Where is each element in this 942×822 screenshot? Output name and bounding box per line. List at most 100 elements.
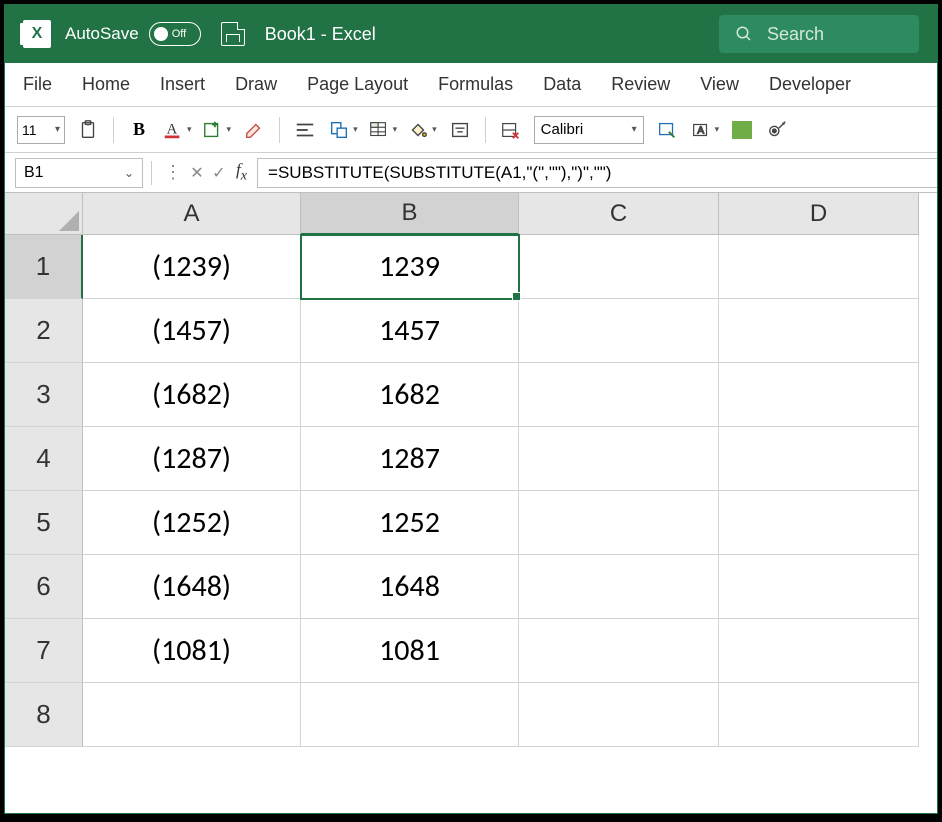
privacy-button[interactable] (765, 115, 791, 145)
autosave-toggle[interactable]: Off (149, 22, 201, 46)
cell-b7[interactable]: 1081 (301, 619, 519, 683)
tab-review[interactable]: Review (611, 74, 670, 95)
svg-text:A: A (697, 125, 704, 136)
fill-color-button[interactable] (407, 115, 437, 145)
row-header-1[interactable]: 1 (5, 235, 83, 299)
search-icon (735, 25, 753, 43)
cell-d4[interactable] (719, 427, 919, 491)
tab-view[interactable]: View (700, 74, 739, 95)
bold-button[interactable]: B (126, 115, 152, 145)
cell-b4[interactable]: 1287 (301, 427, 519, 491)
tab-draw[interactable]: Draw (235, 74, 277, 95)
paste-special-button[interactable] (328, 115, 358, 145)
row-header-3[interactable]: 3 (5, 363, 83, 427)
ribbon-tabs: File Home Insert Draw Page Layout Formul… (5, 63, 937, 107)
svg-text:A: A (167, 121, 178, 137)
column-header-a[interactable]: A (83, 193, 301, 235)
cell-c1[interactable] (519, 235, 719, 299)
formula-input[interactable]: =SUBSTITUTE(SUBSTITUTE(A1,"(",""),")",""… (257, 158, 937, 188)
cell-b5[interactable]: 1252 (301, 491, 519, 555)
quick-toolbar: 11 ▾ B A (5, 107, 937, 153)
tab-page-layout[interactable]: Page Layout (307, 74, 408, 95)
font-color-button[interactable]: A (162, 115, 192, 145)
cell-d8[interactable] (719, 683, 919, 747)
tab-developer[interactable]: Developer (769, 74, 851, 95)
row-header-2[interactable]: 2 (5, 299, 83, 363)
cell-d5[interactable] (719, 491, 919, 555)
cell-c2[interactable] (519, 299, 719, 363)
cell-d6[interactable] (719, 555, 919, 619)
cancel-formula-button[interactable]: ✕ (186, 162, 208, 184)
chevron-down-icon: ▾ (55, 124, 60, 135)
font-name-value: Calibri (541, 121, 584, 138)
tab-insert[interactable]: Insert (160, 74, 205, 95)
cell-d1[interactable] (719, 235, 919, 299)
document-title: Book1 - Excel (265, 24, 376, 45)
excel-app-icon: X (23, 20, 51, 48)
search-placeholder: Search (767, 24, 824, 45)
toggle-knob (154, 27, 168, 41)
column-header-c[interactable]: C (519, 193, 719, 235)
cell-d3[interactable] (719, 363, 919, 427)
name-box[interactable]: B1 ⌄ (15, 158, 143, 188)
font-name-select[interactable]: Calibri ▾ (534, 116, 644, 144)
cell-c3[interactable] (519, 363, 719, 427)
cell-c8[interactable] (519, 683, 719, 747)
cell-d7[interactable] (719, 619, 919, 683)
tab-data[interactable]: Data (543, 74, 581, 95)
column-header-b[interactable]: B (301, 193, 519, 235)
tab-file[interactable]: File (23, 74, 52, 95)
clear-format-button[interactable] (241, 115, 267, 145)
insert-row-button[interactable] (654, 115, 680, 145)
new-sheet-button[interactable] (202, 115, 232, 145)
more-icon[interactable]: ⋮ (164, 162, 182, 183)
cell-d2[interactable] (719, 299, 919, 363)
autosave-state: Off (172, 28, 186, 40)
cell-a6[interactable]: (1648) (83, 555, 301, 619)
cell-a8[interactable] (83, 683, 301, 747)
tab-home[interactable]: Home (82, 74, 130, 95)
save-icon[interactable] (221, 22, 245, 46)
accept-formula-button[interactable]: ✓ (208, 162, 230, 184)
tab-formulas[interactable]: Formulas (438, 74, 513, 95)
cell-c6[interactable] (519, 555, 719, 619)
formula-text: =SUBSTITUTE(SUBSTITUTE(A1,"(",""),")",""… (268, 163, 611, 183)
row-header-4[interactable]: 4 (5, 427, 83, 491)
formula-bar: B1 ⌄ ⋮ ✕ ✓ fx =SUBSTITUTE(SUBSTITUTE(A1,… (5, 153, 937, 193)
row-header-8[interactable]: 8 (5, 683, 83, 747)
fill-swatch[interactable] (729, 115, 755, 145)
clipboard-button[interactable] (75, 115, 101, 145)
font-size-select[interactable]: 11 ▾ (17, 116, 65, 144)
cell-b8[interactable] (301, 683, 519, 747)
chevron-down-icon: ⌄ (124, 166, 134, 180)
autosave[interactable]: AutoSave Off (65, 22, 201, 46)
cell-c7[interactable] (519, 619, 719, 683)
cell-c4[interactable] (519, 427, 719, 491)
cell-a7[interactable]: (1081) (83, 619, 301, 683)
cell-c5[interactable] (519, 491, 719, 555)
cell-a2[interactable]: (1457) (83, 299, 301, 363)
row-header-6[interactable]: 6 (5, 555, 83, 619)
cell-a1[interactable]: (1239) (83, 235, 301, 299)
cell-b2[interactable]: 1457 (301, 299, 519, 363)
cell-a3[interactable]: (1682) (83, 363, 301, 427)
spreadsheet-grid: A B C D 1 (1239) 1239 2 (1457) 1457 3 (1… (5, 193, 937, 813)
delete-row-button[interactable] (498, 115, 524, 145)
cell-a5[interactable]: (1252) (83, 491, 301, 555)
column-header-d[interactable]: D (719, 193, 919, 235)
cell-b3[interactable]: 1682 (301, 363, 519, 427)
chevron-down-icon: ▾ (632, 124, 637, 135)
align-left-button[interactable] (292, 115, 318, 145)
fx-icon[interactable]: fx (236, 160, 247, 184)
cell-a4[interactable]: (1287) (83, 427, 301, 491)
cell-b1[interactable]: 1239 (301, 235, 519, 299)
row-header-5[interactable]: 5 (5, 491, 83, 555)
search-box[interactable]: Search (719, 15, 919, 53)
row-header-7[interactable]: 7 (5, 619, 83, 683)
conditional-format-button[interactable] (368, 115, 398, 145)
cell-style-button[interactable]: A (690, 115, 720, 145)
cell-reference: B1 (24, 164, 44, 182)
center-align-button[interactable] (447, 115, 473, 145)
cell-b6[interactable]: 1648 (301, 555, 519, 619)
select-all-corner[interactable] (5, 193, 83, 235)
